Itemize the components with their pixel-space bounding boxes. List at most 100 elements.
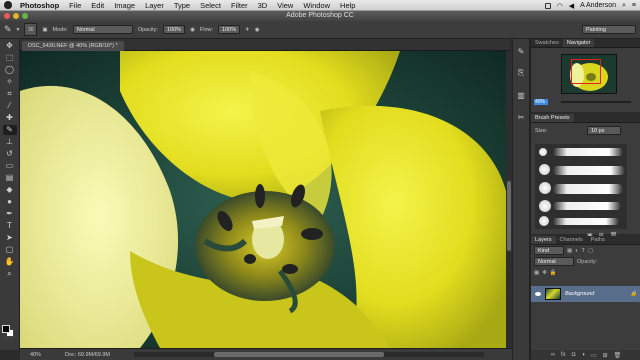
tool-preset-arrow-icon[interactable]: ▾ — [17, 27, 20, 33]
path-selection-tool-icon[interactable]: ➤ — [3, 233, 17, 243]
zoom-window-button[interactable] — [22, 13, 28, 19]
filter-pixel-icon[interactable]: ▦ — [567, 248, 572, 254]
menubar-user[interactable]: A Anderson — [580, 2, 616, 9]
opacity-pressure-icon[interactable]: ◉ — [190, 27, 195, 33]
quick-select-tool-icon[interactable]: ✧ — [3, 77, 17, 87]
menu-window[interactable]: Window — [303, 1, 330, 10]
menu-filter[interactable]: Filter — [231, 1, 248, 10]
healing-brush-tool-icon[interactable]: ✚ — [3, 113, 17, 123]
clone-stamp-tool-icon[interactable]: ⊥ — [3, 137, 17, 147]
marquee-tool-icon[interactable]: ⬚ — [3, 53, 17, 63]
brush-preset-dot[interactable] — [539, 148, 547, 156]
flow-field[interactable]: 100% — [218, 25, 241, 34]
filter-shape-icon[interactable]: ▢ — [588, 248, 593, 254]
brush-preset-dot[interactable] — [539, 182, 551, 194]
new-group-icon[interactable]: ▭ — [591, 352, 597, 359]
brush-preset-dot[interactable] — [539, 164, 550, 175]
menu-layer[interactable]: Layer — [145, 1, 164, 10]
brush-size-field[interactable]: 10 px — [587, 126, 621, 135]
close-window-button[interactable] — [4, 13, 10, 19]
menu-type[interactable]: Type — [174, 1, 190, 10]
delete-layer-icon[interactable]: 🗑 — [614, 352, 622, 359]
clone-source-icon[interactable]: ⎘ — [515, 67, 527, 79]
battery-icon[interactable] — [544, 2, 551, 9]
tab-swatches[interactable]: Swatches — [531, 39, 563, 47]
layer-name[interactable]: Background — [565, 291, 594, 297]
lock-pixels-icon[interactable]: ▦ — [534, 270, 539, 276]
menu-image[interactable]: Image — [114, 1, 135, 10]
zoom-tool-icon[interactable]: ⌕ — [3, 269, 17, 279]
pen-tool-icon[interactable]: ✒ — [3, 209, 17, 219]
tab-brush-presets[interactable]: Brush Presets — [531, 114, 574, 122]
history-brush-tool-icon[interactable]: ↺ — [3, 149, 17, 159]
crop-tool-icon[interactable]: ⌗ — [3, 89, 17, 99]
menu-file[interactable]: File — [69, 1, 81, 10]
layer-style-icon[interactable]: fx — [561, 352, 566, 358]
brush-preset-stroke[interactable] — [553, 148, 623, 156]
menu-view[interactable]: View — [277, 1, 293, 10]
move-tool-icon[interactable]: ✥ — [3, 41, 17, 51]
wifi-icon[interactable]: ◠ — [557, 2, 563, 10]
navigator-view-box[interactable] — [571, 59, 601, 84]
layer-filter-dropdown[interactable]: Kind — [534, 246, 564, 255]
tab-channels[interactable]: Channels — [556, 236, 587, 244]
adjustment-layer-icon[interactable]: ◑ — [581, 352, 585, 358]
volume-icon[interactable]: ◀ — [569, 2, 574, 10]
zoom-level-field[interactable]: 40% — [30, 352, 41, 358]
brush-tool-icon[interactable]: ✎ — [4, 24, 12, 35]
brush-preset-dot[interactable] — [539, 200, 551, 212]
menu-edit[interactable]: Edit — [91, 1, 104, 10]
lasso-tool-icon[interactable]: ◯ — [3, 65, 17, 75]
menu-select[interactable]: Select — [200, 1, 221, 10]
visibility-eye-icon[interactable] — [535, 292, 541, 296]
brush-tool-icon[interactable]: ✎ — [2, 125, 17, 135]
horizontal-scroll-thumb[interactable] — [213, 352, 384, 357]
eraser-tool-icon[interactable]: ▭ — [3, 161, 17, 171]
menu-3d[interactable]: 3D — [258, 1, 268, 10]
brush-preset-stroke[interactable] — [553, 166, 625, 175]
vertical-scroll-thumb[interactable] — [507, 181, 511, 251]
add-mask-icon[interactable]: ◘ — [572, 352, 576, 358]
filter-adjust-icon[interactable]: ◐ — [575, 248, 578, 254]
eyedropper-tool-icon[interactable]: ⁄ — [3, 101, 17, 111]
brush-preset-picker[interactable]: 30 — [24, 23, 38, 36]
lock-position-icon[interactable]: ✥ — [542, 270, 547, 276]
lock-all-icon[interactable]: 🔒 — [550, 270, 557, 276]
brush-preset-stroke[interactable] — [553, 184, 623, 194]
menu-help[interactable]: Help — [340, 1, 355, 10]
hand-tool-icon[interactable]: ✋ — [3, 257, 17, 267]
apple-icon[interactable] — [4, 1, 12, 9]
layer-thumbnail[interactable] — [545, 288, 561, 300]
shape-tool-icon[interactable]: ▢ — [3, 245, 17, 255]
brush-panel-icon[interactable]: ✎ — [515, 45, 527, 57]
blur-tool-icon[interactable]: ◆ — [3, 185, 17, 195]
opacity-field[interactable]: 100% — [163, 25, 186, 34]
navigator-zoom-slider[interactable] — [561, 101, 631, 103]
tab-navigator[interactable]: Navigator — [562, 39, 595, 47]
workspace-switcher[interactable]: Painting — [582, 25, 636, 34]
search-icon[interactable]: ⌕ — [622, 2, 626, 10]
brush-preset-dot[interactable] — [539, 216, 549, 226]
navigator-zoom-field[interactable]: 40% — [534, 99, 548, 105]
size-pressure-icon[interactable]: ◉ — [255, 27, 260, 33]
gradient-tool-icon[interactable]: ▤ — [3, 173, 17, 183]
list-icon[interactable]: ≡ — [632, 2, 636, 9]
dodge-tool-icon[interactable]: ● — [3, 197, 17, 207]
minimize-window-button[interactable] — [13, 13, 19, 19]
filter-type-icon[interactable]: T — [582, 248, 585, 254]
link-layers-icon[interactable]: ∞ — [551, 352, 555, 358]
layer-row-background[interactable]: Background 🔒 — [531, 286, 640, 302]
foreground-color-swatch[interactable] — [2, 325, 10, 333]
blend-mode-dropdown[interactable]: Normal — [534, 257, 574, 266]
history-panel-icon[interactable]: ▥ — [515, 89, 527, 101]
canvas-horizontal-scrollbar[interactable] — [133, 352, 484, 357]
document-canvas[interactable] — [20, 51, 506, 348]
brush-panel-toggle-icon[interactable]: ▣ — [42, 27, 47, 33]
menu-app-name[interactable]: Photoshop — [20, 1, 59, 10]
brush-preset-stroke[interactable] — [553, 218, 619, 225]
brush-preset-list[interactable] — [535, 144, 627, 229]
tab-layers[interactable]: Layers — [531, 236, 556, 244]
tool-presets-icon[interactable]: ✂ — [515, 111, 527, 123]
tab-paths[interactable]: Paths — [587, 236, 609, 244]
new-layer-icon[interactable]: ⊞ — [603, 352, 608, 359]
